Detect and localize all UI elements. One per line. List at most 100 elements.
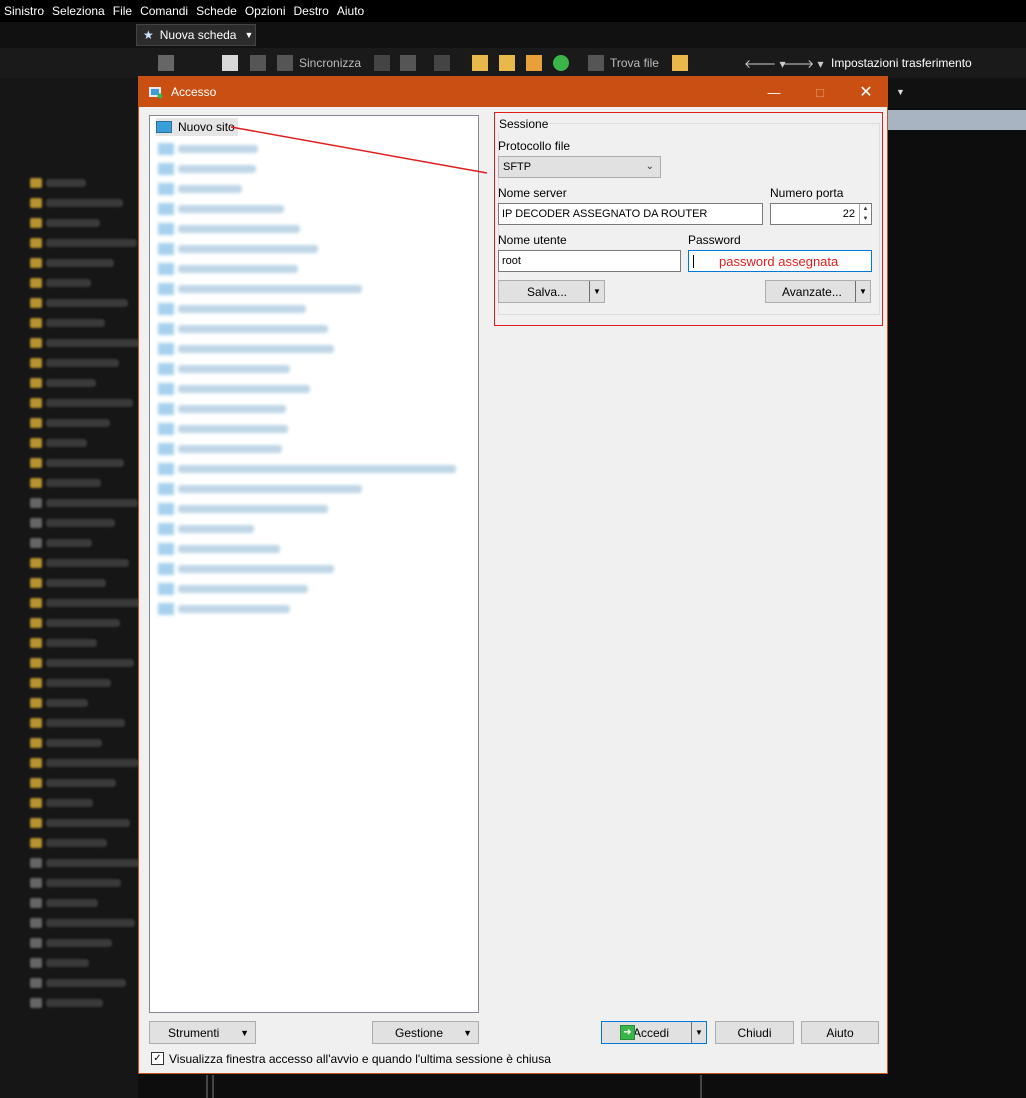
list-item[interactable] (46, 599, 143, 607)
menu-item[interactable]: Seleziona (48, 4, 109, 18)
list-item[interactable] (46, 759, 139, 767)
chevron-down-icon[interactable]: ▼ (244, 30, 253, 40)
forward-icon[interactable]: 🡒 ▾ (782, 54, 824, 72)
home-icon[interactable] (526, 54, 548, 72)
right-dropdown[interactable]: ▼ (888, 78, 1026, 108)
chevron-down-icon[interactable]: ▼ (855, 281, 870, 302)
list-item[interactable] (46, 399, 133, 407)
list-item[interactable] (46, 819, 130, 827)
list-item[interactable] (46, 379, 96, 387)
help-button[interactable]: Aiuto (801, 1021, 879, 1044)
list-item[interactable] (46, 299, 128, 307)
folder-yellow-icon[interactable] (472, 54, 494, 72)
password-input[interactable]: password assegnata (688, 250, 872, 272)
tab-new[interactable]: ★ Nuova scheda ▼ (136, 24, 256, 46)
list-item[interactable] (46, 419, 110, 427)
tree-item-blurred[interactable] (178, 605, 290, 613)
server-input[interactable]: IP DECODER ASSEGNATO DA ROUTER (498, 203, 763, 225)
tree-item-blurred[interactable] (178, 405, 286, 413)
menu-item[interactable]: Schede (192, 4, 241, 18)
list-item[interactable] (46, 639, 97, 647)
tree-item-blurred[interactable] (178, 425, 288, 433)
list-item[interactable] (46, 899, 98, 907)
list-item[interactable] (46, 499, 138, 507)
list-item[interactable] (46, 859, 144, 867)
chevron-down-icon[interactable]: ▼ (589, 281, 604, 302)
login-button[interactable]: ➜ Accedi ▼ (601, 1021, 707, 1044)
transfer-settings[interactable]: Impostazioni trasferimento (831, 54, 972, 72)
port-spinner[interactable]: ▲ ▼ (859, 204, 871, 224)
compare-icon[interactable] (222, 54, 244, 72)
username-input[interactable]: root (498, 250, 681, 272)
list-item[interactable] (46, 239, 137, 247)
terminal-icon[interactable] (374, 54, 396, 72)
list-item[interactable] (46, 699, 88, 707)
queue-icon[interactable] (672, 54, 694, 72)
back-icon[interactable]: 🡐 ▾ (744, 54, 786, 72)
advanced-button[interactable]: Avanzate... ▼ (765, 280, 871, 303)
list-item[interactable] (46, 359, 119, 367)
tree-item-blurred[interactable] (178, 485, 362, 493)
tree-item-blurred[interactable] (178, 465, 456, 473)
protocol-select[interactable]: SFTP ⌄ (498, 156, 661, 178)
menu-item[interactable]: File (109, 4, 136, 18)
list-item[interactable] (46, 439, 87, 447)
list-item[interactable] (46, 219, 100, 227)
menu-item[interactable]: Destro (290, 4, 333, 18)
list-item[interactable] (46, 779, 116, 787)
list-item[interactable] (46, 739, 102, 747)
list-item[interactable] (46, 799, 93, 807)
show-on-startup-checkbox[interactable]: ✓ (151, 1052, 164, 1065)
list-item[interactable] (46, 279, 91, 287)
list-item[interactable] (46, 959, 89, 967)
list-item[interactable] (46, 199, 123, 207)
list-item[interactable] (46, 319, 105, 327)
tools-button[interactable]: Strumenti ▼ (149, 1021, 256, 1044)
list-item[interactable] (46, 879, 121, 887)
tree-item-blurred[interactable] (178, 345, 334, 353)
chevron-down-icon[interactable]: ▼ (860, 214, 871, 224)
sync-icon[interactable] (250, 54, 272, 72)
folder-icon[interactable] (158, 54, 180, 72)
bookmark-icon[interactable] (499, 54, 521, 72)
menu-item[interactable]: Aiuto (333, 4, 368, 18)
list-item[interactable] (46, 939, 112, 947)
tree-item-blurred[interactable] (178, 325, 328, 333)
menu-item[interactable]: Sinistro (0, 4, 48, 18)
manage-button[interactable]: Gestione ▼ (372, 1021, 479, 1044)
menu-item[interactable]: Comandi (136, 4, 192, 18)
menu-item[interactable]: Opzioni (241, 4, 290, 18)
chevron-down-icon[interactable]: ▼ (691, 1022, 706, 1043)
list-item[interactable] (46, 679, 111, 687)
tree-item-blurred[interactable] (178, 365, 290, 373)
port-input[interactable]: 22 ▲ ▼ (770, 203, 872, 225)
tree-item-blurred[interactable] (178, 565, 334, 573)
tree-item-blurred[interactable] (178, 545, 280, 553)
list-item[interactable] (46, 259, 114, 267)
list-item[interactable] (46, 659, 134, 667)
tree-item-blurred[interactable] (178, 305, 306, 313)
list-item[interactable] (46, 339, 142, 347)
list-item[interactable] (46, 719, 125, 727)
sync-button[interactable]: Sincronizza (277, 54, 361, 72)
list-item[interactable] (46, 919, 135, 927)
list-item[interactable] (46, 459, 124, 467)
list-item[interactable] (46, 839, 107, 847)
tree-item-blurred[interactable] (178, 445, 282, 453)
tree-item-blurred[interactable] (178, 385, 310, 393)
chevron-up-icon[interactable]: ▲ (860, 204, 871, 214)
tree-item-blurred[interactable] (178, 585, 308, 593)
list-item[interactable] (46, 479, 101, 487)
list-item[interactable] (46, 539, 92, 547)
tree-item-blurred[interactable] (178, 285, 362, 293)
list-item[interactable] (46, 979, 126, 987)
list-item[interactable] (46, 519, 115, 527)
tree-item-blurred[interactable] (178, 505, 328, 513)
list-item[interactable] (46, 179, 86, 187)
list-item[interactable] (46, 619, 120, 627)
list-item[interactable] (46, 559, 129, 567)
network-icon[interactable] (400, 54, 422, 72)
refresh-icon[interactable] (553, 54, 575, 72)
list-item[interactable] (46, 579, 106, 587)
tree-item-blurred[interactable] (178, 525, 254, 533)
